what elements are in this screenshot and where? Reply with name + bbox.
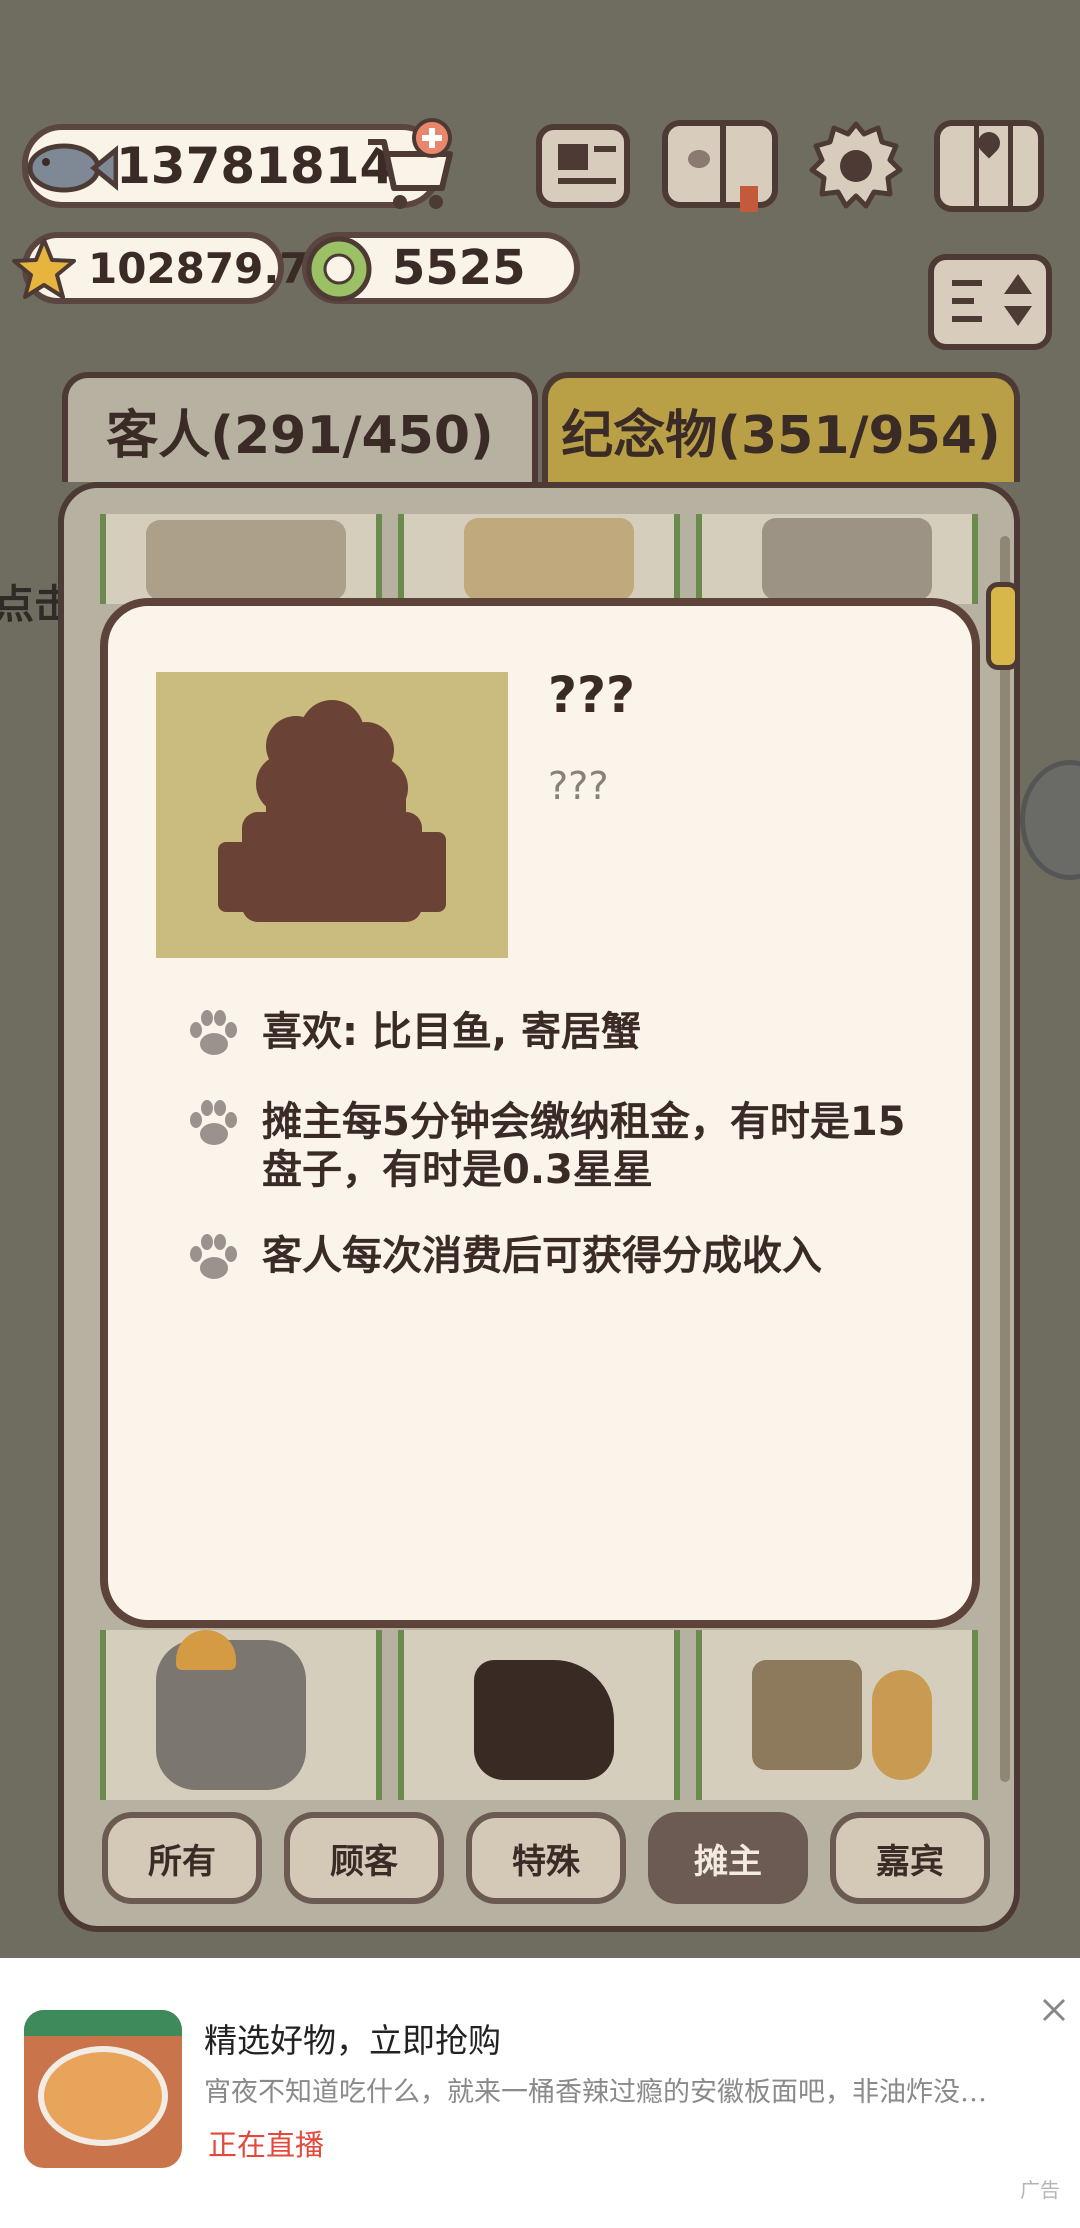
grid-cell[interactable] xyxy=(696,514,978,604)
guest-portrait xyxy=(156,672,508,958)
star-value: 102879.7 xyxy=(88,243,309,293)
filter-vendors-button[interactable]: 摊主 xyxy=(648,1812,808,1904)
fish-value: 13781814 xyxy=(116,137,395,195)
filter-all-button[interactable]: 所有 xyxy=(102,1812,262,1904)
filter-guests-button[interactable]: 嘉宾 xyxy=(830,1812,990,1904)
ad-description[interactable]: 宵夜不知道吃什么，就来一桶香辣过瘾的安徽板面吧，非油炸没… xyxy=(204,2070,1024,2109)
bullet-text: 摊主每5分钟会缴纳租金，有时是15盘子，有时是0.3星星 xyxy=(262,1099,906,1193)
cat-vendor-image xyxy=(752,1660,862,1770)
locked-guest-silhouette xyxy=(474,1660,614,1780)
bullet-text: 客人每次消费后可获得分成收入 xyxy=(262,1233,822,1279)
ad-title[interactable]: 精选好物，立即抢购 xyxy=(204,2014,501,2062)
ad-live-status[interactable]: 正在直播 xyxy=(208,2122,324,2164)
fish-icon xyxy=(27,143,118,193)
detail-bullet: 客人每次消费后可获得分成收入 xyxy=(186,1232,922,1282)
guest-name: ??? xyxy=(548,666,636,724)
newspaper-icon[interactable] xyxy=(536,124,630,208)
paw-icon xyxy=(190,1100,237,1145)
grid-cell[interactable] xyxy=(696,1630,978,1800)
coin-value: 5525 xyxy=(392,240,526,296)
paw-icon xyxy=(190,1010,237,1055)
cart-add-icon[interactable] xyxy=(360,118,460,214)
grid-cell[interactable] xyxy=(100,1630,382,1800)
guest-silhouette xyxy=(218,700,446,922)
paw-icon xyxy=(190,1234,237,1279)
detail-bullet: 喜欢: 比目鱼, 寄居蟹 xyxy=(186,1008,922,1058)
paw-book-icon[interactable] xyxy=(662,120,778,212)
scroll-thumb[interactable] xyxy=(986,582,1020,670)
ad-thumbnail[interactable] xyxy=(24,2010,182,2168)
guest-subtitle: ??? xyxy=(548,764,609,808)
sort-icon[interactable] xyxy=(928,254,1052,350)
bullet-text: 喜欢: 比目鱼, 寄居蟹 xyxy=(262,1009,642,1055)
star-icon xyxy=(12,238,76,299)
filter-customers-button[interactable]: 顾客 xyxy=(284,1812,444,1904)
scroll-track[interactable] xyxy=(1000,536,1010,1782)
ad-label: 广告 xyxy=(1020,2178,1060,2202)
ad-banner[interactable]: 精选好物，立即抢购 宵夜不知道吃什么，就来一桶香辣过瘾的安徽板面吧，非油炸没… … xyxy=(0,1958,1080,2228)
detail-bullet: 摊主每5分钟会缴纳租金，有时是15盘子，有时是0.3星星 xyxy=(186,1098,922,1194)
tab-guests-label: 客人(291/450) xyxy=(106,405,494,466)
filter-special-button[interactable]: 特殊 xyxy=(466,1812,626,1904)
tab-souvenirs-label: 纪念物(351/954) xyxy=(561,405,1001,466)
tab-guests[interactable]: 客人(291/450) xyxy=(62,372,538,482)
grid-cell[interactable] xyxy=(100,514,382,604)
gear-icon[interactable] xyxy=(808,118,904,214)
coin-icon xyxy=(306,236,372,302)
tab-souvenirs[interactable]: 纪念物(351/954) xyxy=(542,372,1020,482)
close-icon[interactable] xyxy=(1040,1996,1068,2024)
grid-cell[interactable] xyxy=(398,514,680,604)
grid-cell[interactable] xyxy=(398,1630,680,1800)
map-icon[interactable] xyxy=(934,120,1044,212)
